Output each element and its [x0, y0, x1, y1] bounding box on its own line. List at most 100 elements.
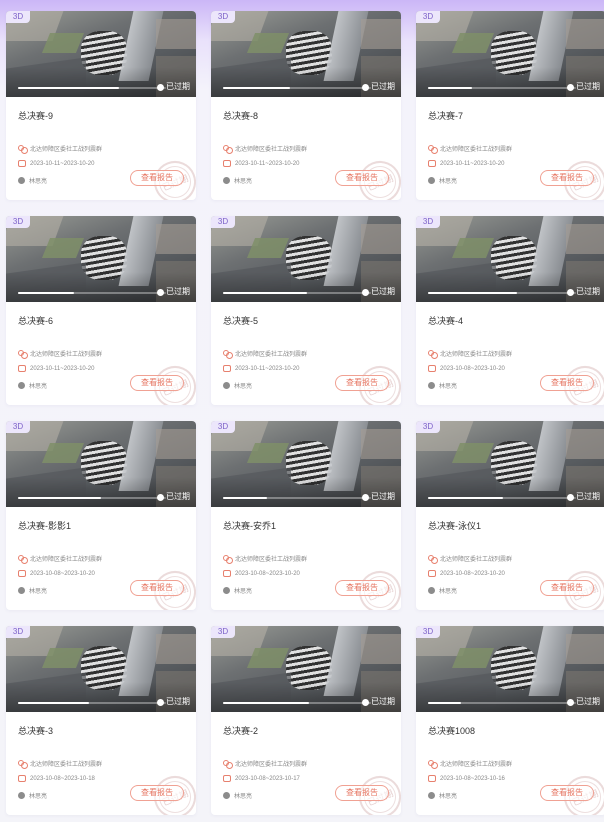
progress-bar: [428, 292, 576, 294]
scene-thumbnail[interactable]: 3D 已过期: [211, 11, 401, 97]
3d-badge: 3D: [6, 11, 30, 23]
card-title: 总决赛-泳仪1: [428, 521, 482, 531]
contest-card[interactable]: 3D 已过期 总决赛-影影1 北达师障区委社工战列震群 2023-10-08~2…: [6, 421, 196, 610]
status-text: 已过期: [576, 82, 600, 91]
view-report-button[interactable]: 查看报告: [130, 170, 184, 186]
people-icon: [18, 350, 28, 359]
status-label: 已过期: [157, 697, 190, 707]
people-icon: [18, 555, 28, 564]
people-icon: [223, 145, 233, 154]
park-shape: [246, 648, 290, 668]
card-owner: 林思亮: [18, 791, 47, 800]
card-owner: 林思亮: [428, 791, 457, 800]
calendar-icon: [428, 365, 436, 372]
status-label: 已过期: [157, 492, 190, 502]
card-owner: 林思亮: [18, 586, 47, 595]
card-group: 北达师障区委社工战列震群: [223, 554, 307, 564]
view-report-button[interactable]: 查看报告: [540, 785, 594, 801]
status-dot-icon: [362, 698, 369, 706]
progress-fill: [18, 292, 75, 294]
building-shape: [156, 224, 196, 254]
card-dates: 2023-10-08~2023-10-17: [223, 775, 300, 782]
contest-card[interactable]: 3D 已过期 总决赛-3 北达师障区委社工战列震群 2023-10-08~202…: [6, 626, 196, 815]
status-text: 已过期: [166, 697, 190, 706]
view-report-button[interactable]: 查看报告: [540, 375, 594, 391]
status-dot-icon: [362, 83, 369, 91]
park-shape: [246, 443, 290, 463]
contest-card[interactable]: 3D 已过期 总决赛-安乔1 北达师障区委社工战列震群 2023-10-08~2…: [211, 421, 401, 610]
card-owner: 林思亮: [428, 586, 457, 595]
status-label: 已过期: [567, 287, 600, 297]
scene-thumbnail[interactable]: 3D 已过期: [416, 626, 604, 712]
view-report-button[interactable]: 查看报告: [130, 580, 184, 596]
status-text: 已过期: [371, 82, 395, 91]
view-report-button[interactable]: 查看报告: [130, 785, 184, 801]
contest-card[interactable]: 3D 已过期 总决赛-9 北达师障区委社工战列震群 2023-10-11~202…: [6, 11, 196, 200]
progress-fill: [18, 702, 90, 704]
contest-card[interactable]: 3D 已过期 总决赛-5 北达师障区委社工战列震群 2023-10-11~202…: [211, 216, 401, 405]
user-avatar-icon: [428, 382, 435, 389]
calendar-icon: [18, 570, 26, 577]
scene-thumbnail[interactable]: 3D 已过期: [6, 421, 196, 507]
people-icon: [223, 760, 233, 769]
card-owner: 林思亮: [18, 381, 47, 390]
park-shape: [41, 443, 85, 463]
card-title: 总决赛-4: [428, 316, 464, 326]
card-dates: 2023-10-11~2023-10-20: [18, 365, 94, 372]
status-label: 已过期: [157, 82, 190, 92]
progress-bar: [18, 292, 166, 294]
contest-card[interactable]: 3D 已过期 总决赛-7 北达师障区委社工战列震群 2023-10-11~202…: [416, 11, 604, 200]
park-shape: [451, 238, 495, 258]
status-label: 已过期: [362, 492, 395, 502]
view-report-button[interactable]: 查看报告: [540, 170, 594, 186]
status-text: 已过期: [371, 697, 395, 706]
scene-thumbnail[interactable]: 3D 已过期: [211, 216, 401, 302]
progress-fill: [223, 292, 308, 294]
progress-bar: [223, 87, 371, 89]
scene-thumbnail[interactable]: 3D 已过期: [6, 11, 196, 97]
view-report-button[interactable]: 查看报告: [540, 580, 594, 596]
building-shape: [361, 429, 401, 459]
scene-thumbnail[interactable]: 3D 已过期: [416, 216, 604, 302]
view-report-button[interactable]: 查看报告: [335, 375, 389, 391]
scene-thumbnail[interactable]: 3D 已过期: [211, 626, 401, 712]
view-report-button[interactable]: 查看报告: [130, 375, 184, 391]
view-report-button[interactable]: 查看报告: [335, 785, 389, 801]
scene-thumbnail[interactable]: 3D 已过期: [211, 421, 401, 507]
card-group: 北达师障区委社工战列震群: [18, 349, 102, 359]
calendar-icon: [223, 365, 231, 372]
park-shape: [451, 33, 495, 53]
contest-card[interactable]: 3D 已过期 总决赛-4 北达师障区委社工战列震群 2023-10-08~202…: [416, 216, 604, 405]
3d-badge: 3D: [6, 216, 30, 228]
building-shape: [566, 224, 604, 254]
park-shape: [451, 443, 495, 463]
scene-thumbnail[interactable]: 3D 已过期: [416, 421, 604, 507]
user-avatar-icon: [18, 792, 25, 799]
user-avatar-icon: [428, 587, 435, 594]
card-group: 北达师障区委社工战列震群: [18, 144, 102, 154]
card-title: 总决赛1008: [428, 726, 476, 736]
status-text: 已过期: [576, 287, 600, 296]
card-dates: 2023-10-11~2023-10-20: [223, 365, 299, 372]
building-shape: [156, 19, 196, 49]
contest-card[interactable]: 3D 已过期 总决赛-泳仪1 北达师障区委社工战列震群 2023-10-08~2…: [416, 421, 604, 610]
contest-card[interactable]: 3D 已过期 总决赛-2 北达师障区委社工战列震群 2023-10-08~202…: [211, 626, 401, 815]
scene-thumbnail[interactable]: 3D 已过期: [6, 216, 196, 302]
card-group: 北达师障区委社工战列震群: [18, 554, 102, 564]
view-report-button[interactable]: 查看报告: [335, 170, 389, 186]
card-dates: 2023-10-08~2023-10-20: [18, 570, 95, 577]
card-group: 北达师障区委社工战列震群: [223, 144, 307, 154]
contest-card[interactable]: 3D 已过期 总决赛1008 北达师障区委社工战列震群 2023-10-08~2…: [416, 626, 604, 815]
scene-thumbnail[interactable]: 3D 已过期: [416, 11, 604, 97]
3d-badge: 3D: [211, 11, 235, 23]
card-owner: 林思亮: [18, 176, 47, 185]
progress-fill: [428, 87, 473, 89]
progress-bar: [18, 497, 166, 499]
contest-card-grid: 3D 已过期 总决赛-9 北达师障区委社工战列震群 2023-10-11~202…: [6, 11, 604, 815]
view-report-button[interactable]: 查看报告: [335, 580, 389, 596]
scene-thumbnail[interactable]: 3D 已过期: [6, 626, 196, 712]
contest-card[interactable]: 3D 已过期 总决赛-6 北达师障区委社工战列震群 2023-10-11~202…: [6, 216, 196, 405]
user-avatar-icon: [223, 177, 230, 184]
contest-card[interactable]: 3D 已过期 总决赛-8 北达师障区委社工战列震群 2023-10-11~202…: [211, 11, 401, 200]
status-dot-icon: [567, 493, 574, 501]
